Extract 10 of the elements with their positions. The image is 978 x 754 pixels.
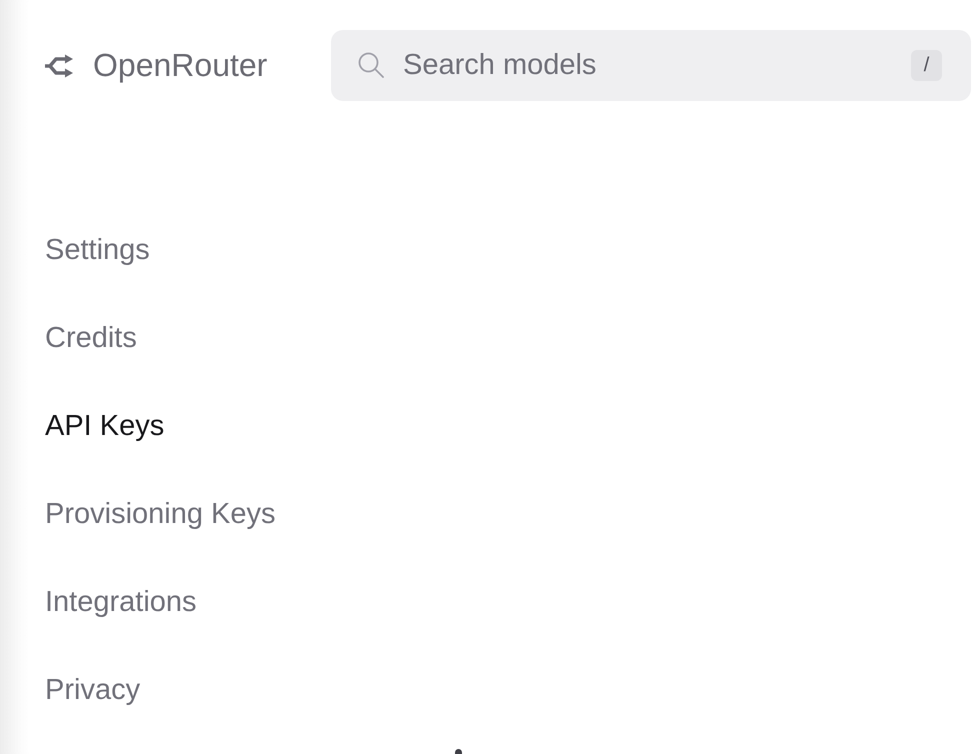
menu-item[interactable]: Credits (45, 294, 137, 382)
logo-icon (44, 54, 74, 78)
shortcut-key: / (911, 50, 942, 81)
logo-link[interactable]: OpenRouter (44, 47, 275, 84)
menu-item[interactable]: API Keys (45, 382, 164, 470)
menu-item[interactable]: Provisioning Keys (45, 470, 276, 558)
menu-item[interactable]: Settings (45, 206, 150, 294)
search-icon (358, 52, 384, 78)
menu-item[interactable]: Privacy (45, 646, 140, 734)
menu-item[interactable]: Integrations (45, 558, 197, 646)
